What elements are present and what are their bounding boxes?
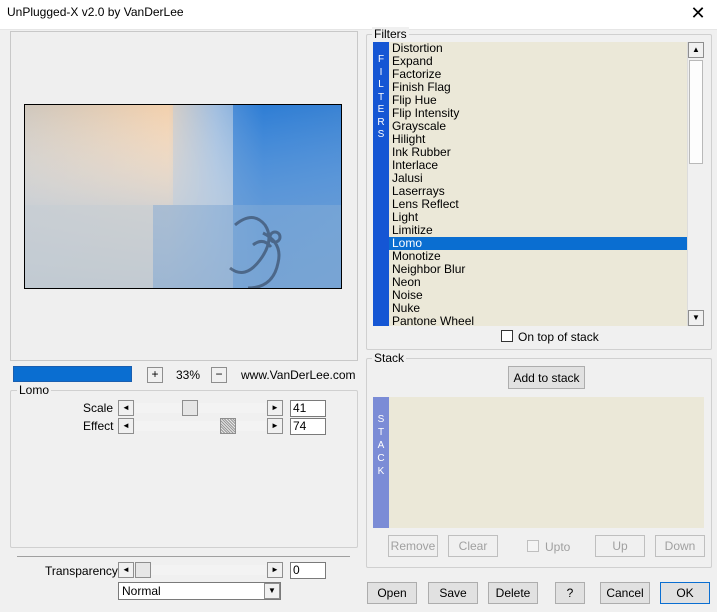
website-link[interactable]: www.VanDerLee.com	[241, 368, 356, 382]
transparency-left-icon[interactable]: ◄	[118, 562, 134, 578]
transparency-track[interactable]	[135, 565, 266, 575]
filter-item[interactable]: Neighbor Blur	[389, 263, 687, 276]
stack-group-label: Stack	[372, 351, 407, 365]
scroll-up-icon[interactable]: ▲	[688, 42, 704, 58]
open-button[interactable]: Open	[367, 582, 417, 604]
filter-item[interactable]: Lens Reflect	[389, 198, 687, 211]
filter-item[interactable]: Pantone Wheel	[389, 315, 687, 327]
vertical-letter: L	[378, 79, 384, 90]
preview-artwork	[25, 105, 341, 288]
effect-track[interactable]	[135, 421, 266, 431]
title-bar: UnPlugged-X v2.0 by VanDerLee ✕	[0, 0, 717, 30]
remove-button[interactable]: Remove	[388, 535, 438, 557]
vertical-letter: T	[377, 91, 385, 103]
scale-right-icon[interactable]: ►	[267, 400, 283, 416]
zoom-out-button[interactable]: −	[211, 367, 227, 383]
blend-mode-select[interactable]: Normal ▼	[118, 582, 281, 600]
filter-list-scrollbar[interactable]: ▲ ▼	[687, 42, 704, 326]
vertical-letter: S	[377, 129, 385, 140]
vertical-letter: R	[377, 116, 385, 128]
params-group-label: Lomo	[17, 383, 52, 397]
cancel-button[interactable]: Cancel	[600, 582, 650, 604]
scale-slider[interactable]: ◄ ►	[118, 400, 283, 416]
filter-list[interactable]: Distortion Expand Factorize Finish Flag Flip…	[389, 42, 687, 326]
filter-item[interactable]: Neon	[389, 276, 687, 289]
stack-list[interactable]	[389, 397, 704, 528]
window-title: UnPlugged-X v2.0 by VanDerLee	[7, 5, 184, 19]
vertical-letter: F	[377, 54, 385, 65]
filter-item[interactable]: Light	[389, 211, 687, 224]
scale-value-field[interactable]: 41	[290, 400, 326, 417]
filter-item[interactable]: Interlace	[389, 159, 687, 172]
effect-right-icon[interactable]: ►	[267, 418, 283, 434]
transparency-slider[interactable]: ◄ ►	[118, 562, 283, 578]
filter-item[interactable]: Limitize	[389, 224, 687, 237]
filters-group-label: Filters	[372, 27, 409, 41]
vertical-letter: T	[377, 427, 385, 438]
ok-button[interactable]: OK	[660, 582, 710, 604]
add-to-stack-button[interactable]: Add to stack	[508, 366, 585, 389]
delete-button[interactable]: Delete	[488, 582, 538, 604]
transparency-label: Transparency	[45, 564, 118, 578]
scale-track[interactable]	[135, 403, 266, 413]
stack-vertical-label: STACK	[373, 397, 389, 528]
effect-slider[interactable]: ◄ ►	[118, 418, 283, 434]
effect-value-field[interactable]: 74	[290, 418, 326, 435]
on-top-checkbox[interactable]	[501, 330, 513, 342]
upto-checkbox[interactable]	[527, 540, 539, 552]
close-icon[interactable]: ✕	[687, 2, 709, 24]
effect-left-icon[interactable]: ◄	[118, 418, 134, 434]
vertical-letter: E	[377, 104, 385, 115]
scale-thumb[interactable]	[182, 400, 199, 416]
save-button[interactable]: Save	[428, 582, 478, 604]
on-top-label: On top of stack	[518, 330, 599, 344]
down-button[interactable]: Down	[655, 535, 705, 557]
scroll-thumb[interactable]	[689, 60, 703, 164]
preview-image[interactable]	[24, 104, 342, 289]
transparency-separator	[17, 556, 350, 557]
clear-button[interactable]: Clear	[448, 535, 498, 557]
zoom-level: 33%	[176, 368, 201, 382]
filters-vertical-label: FILTERS	[373, 42, 389, 326]
vertical-letter: S	[377, 414, 385, 425]
transparency-right-icon[interactable]: ►	[267, 562, 283, 578]
filter-item[interactable]: Distortion	[389, 42, 687, 55]
render-progress-bar	[13, 366, 132, 382]
effect-label: Effect	[83, 419, 114, 433]
transparency-thumb[interactable]	[135, 562, 151, 578]
transparency-value-field[interactable]: 0	[290, 562, 326, 579]
blend-mode-value: Normal	[122, 584, 161, 598]
effect-thumb[interactable]	[220, 418, 237, 434]
upto-label: Upto	[545, 540, 571, 554]
help-button[interactable]: ?	[555, 582, 585, 604]
vertical-letter: C	[377, 453, 385, 464]
filter-item[interactable]: Grayscale	[389, 120, 687, 133]
scale-left-icon[interactable]: ◄	[118, 400, 134, 416]
vertical-letter: I	[379, 66, 383, 78]
scale-label: Scale	[83, 401, 114, 415]
filter-item[interactable]: Noise	[389, 289, 687, 302]
scroll-down-icon[interactable]: ▼	[688, 310, 704, 326]
vertical-letter: A	[377, 440, 385, 451]
chevron-down-icon[interactable]: ▼	[264, 583, 280, 599]
zoom-in-button[interactable]: +	[147, 367, 163, 383]
up-button[interactable]: Up	[595, 535, 645, 557]
vertical-letter: K	[377, 466, 385, 477]
